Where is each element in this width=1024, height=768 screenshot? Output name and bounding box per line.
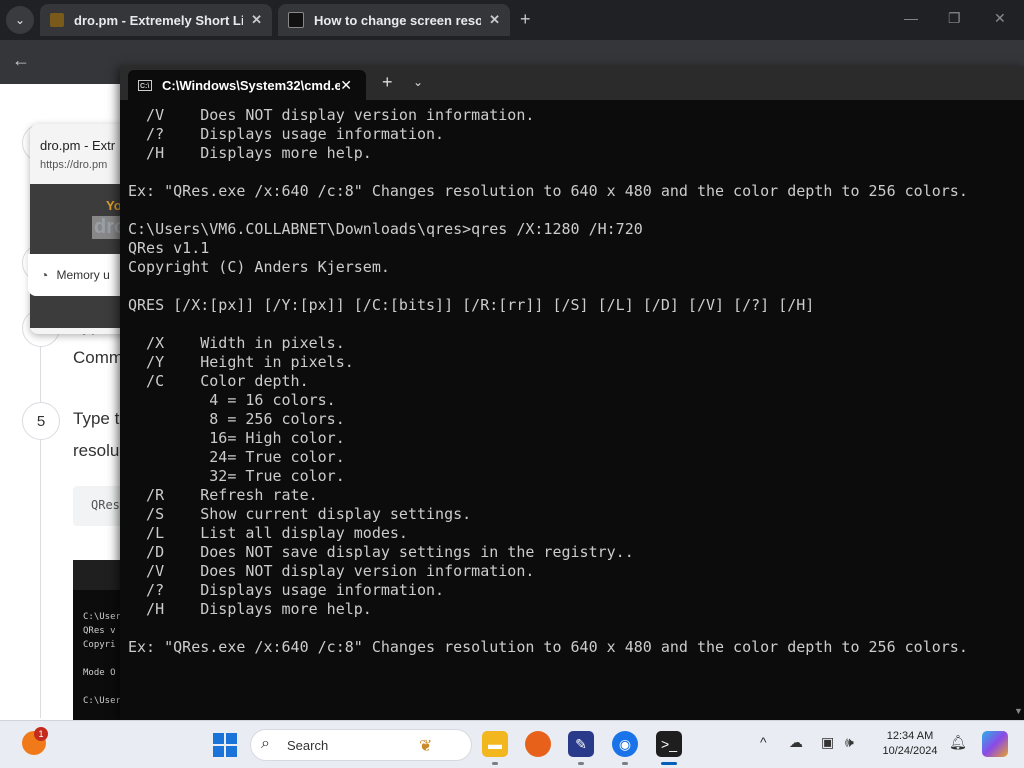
network-icon[interactable]: ▣ [821,734,834,751]
console-line: QRES [/X:[px]] [/Y:[px]] [/C:[bits]] [/R… [128,296,815,314]
memory-gauge-icon: ◔ [40,267,49,283]
hover-card-url: https://dro.pm [40,159,108,171]
taskbar-clock[interactable]: 12:34 AM 10/24/2024 [874,729,946,759]
terminal-icon[interactable]: >_ [656,731,682,757]
cmd-new-tab-button[interactable]: + [382,72,393,93]
console-line: /? Displays usage information. [128,125,445,143]
tab-title: How to change screen resolution [314,12,482,28]
volume-icon[interactable]: 🕪 [845,734,854,751]
screenshot-line: QRes v [83,626,116,636]
windows-taskbar: 1 ⌕ Search ❦ ▬ ✎ ◉ >_ ^ ☁ ▣ 🕪 12:34 AM 1… [0,720,1024,768]
console-line: 32= True color. [128,467,345,485]
cmd-window: C:\ C:\Windows\System32\cmd.e ✕ + ⌄ /V D… [120,66,1024,720]
memory-usage-label: Memory u [56,268,110,282]
search-highlight-icon: ❦ [419,738,433,755]
tab-search-button[interactable]: ⌄ [6,6,34,34]
notification-bell-icon[interactable]: 🔔︎ [949,734,967,751]
search-icon: ⌕ [261,735,270,752]
windows-logo-pane [213,746,224,757]
console-line: Ex: "QRes.exe /x:640 /c:8" Changes resol… [128,182,968,200]
hover-card-title: dro.pm - Extr [40,138,116,153]
console-line: /H Displays more help. [128,144,372,162]
step-5-text-line2: resolu [73,441,120,460]
new-tab-button[interactable]: + [520,9,531,30]
console-line: Copyright (C) Anders Kjersem. [128,258,390,276]
console-output[interactable]: /V Does NOT display version information.… [128,106,1008,706]
step-5-text-line1: Type t [73,409,120,428]
back-button[interactable]: ← [12,50,30,71]
tab-close-button[interactable]: ✕ [251,12,262,28]
cmd-tab-title: C:\Windows\System32\cmd.e [162,77,341,93]
step-connector [40,438,41,718]
site-favicon-icon [288,12,304,28]
running-indicator [492,762,498,765]
tab-title: dro.pm - Extremely Short Links [74,12,244,28]
show-hidden-icons-button[interactable]: ^ [760,734,767,750]
console-line: 4 = 16 colors. [128,391,336,409]
firefox-icon[interactable] [525,731,551,757]
tab-close-button[interactable]: ✕ [489,12,500,28]
search-placeholder: Search [287,738,329,753]
step-4-text-line2: Comm [73,348,124,367]
dropm-favicon-icon [50,13,64,27]
console-line: QRes v1.1 [128,239,210,257]
maximize-button[interactable]: ❐ [948,10,961,27]
scroll-down-arrow-icon[interactable]: ▼ [1014,706,1023,716]
console-line: /L List all display modes. [128,524,408,542]
browser-tab-resolution[interactable]: How to change screen resolution ✕ [278,4,510,36]
console-line: 8 = 256 colors. [128,410,345,428]
console-line: /V Does NOT display version information. [128,562,535,580]
windows-logo-pane [226,733,237,744]
console-line: /Y Height in pixels. [128,353,354,371]
windows-logo-pane [226,746,237,757]
app-icon[interactable]: ✎ [568,731,594,757]
taskbar-search-box[interactable]: ⌕ Search ❦ [250,729,472,761]
screenshot-line: Mode O [83,668,116,678]
console-line: Ex: "QRes.exe /x:640 /c:8" Changes resol… [128,638,968,656]
step-number-5: 5 [22,402,60,440]
console-line: C:\Users\VM6.COLLABNET\Downloads\qres>qr… [128,220,643,238]
copilot-icon[interactable] [982,731,1008,757]
clock-time: 12:34 AM [886,730,934,742]
chevron-down-icon: ⌄ [14,13,26,27]
console-line: 16= High color. [128,429,345,447]
running-indicator [578,762,584,765]
console-line: /X Width in pixels. [128,334,345,352]
cmd-dropdown-button[interactable]: ⌄ [413,75,423,89]
active-indicator [661,762,677,765]
running-indicator [622,762,628,765]
cloud-icon[interactable]: ☁ [789,734,803,751]
close-window-button[interactable]: ✕ [994,10,1006,27]
clock-date: 10/24/2024 [882,745,938,757]
minimize-button[interactable]: — [904,10,918,26]
screenshot-line: Copyri [83,640,116,650]
cmd-icon: C:\ [138,79,152,91]
console-line: /? Displays usage information. [128,581,445,599]
cmd-titlebar: C:\ C:\Windows\System32\cmd.e ✕ + ⌄ [120,66,1024,100]
console-line: /R Refresh rate. [128,486,318,504]
notification-badge: 1 [34,727,48,741]
browser-tab-dropm[interactable]: dro.pm - Extremely Short Links ✕ [40,4,272,36]
browser-tab-bar: ⌄ dro.pm - Extremely Short Links ✕ How t… [0,0,1024,40]
console-line: /D Does NOT save display settings in the… [128,543,634,561]
cmd-tab[interactable]: C:\ C:\Windows\System32\cmd.e ✕ [128,70,366,100]
console-line: /V Does NOT display version information. [128,106,535,124]
start-button[interactable] [213,733,237,757]
file-explorer-icon[interactable]: ▬ [482,731,508,757]
console-line: 24= True color. [128,448,345,466]
cmd-scrollbar[interactable]: ▼ [1012,100,1024,720]
console-line: /H Displays more help. [128,600,372,618]
console-line: /S Show current display settings. [128,505,472,523]
chrome-icon[interactable]: ◉ [612,731,638,757]
cmd-tab-close-button[interactable]: ✕ [340,77,352,94]
windows-logo-pane [213,733,224,744]
console-line: /C Color depth. [128,372,309,390]
